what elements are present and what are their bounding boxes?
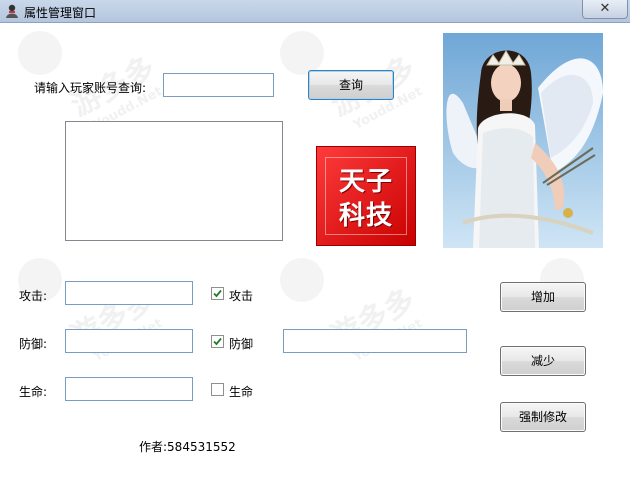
checkmark-icon bbox=[213, 337, 222, 346]
checkmark-icon bbox=[213, 289, 222, 298]
defense-input[interactable] bbox=[65, 329, 193, 353]
close-button[interactable]: ✕ bbox=[582, 0, 628, 19]
client-area: 游多多Youdd.Net 游多多Youdd.Net 游多多Youdd.Net 游… bbox=[0, 23, 630, 482]
title-bar: 属性管理窗口 ✕ bbox=[0, 0, 630, 23]
result-list[interactable] bbox=[65, 121, 283, 241]
watermark: 游多多Youdd.Net bbox=[325, 282, 425, 365]
search-label: 请输入玩家账号查询: bbox=[34, 81, 147, 95]
window-title: 属性管理窗口 bbox=[24, 6, 97, 20]
life-checkbox-label[interactable]: 生命 bbox=[229, 383, 253, 400]
search-button[interactable]: 查询 bbox=[308, 70, 394, 100]
life-label: 生命: bbox=[19, 385, 48, 399]
watermark-logo-icon bbox=[18, 31, 62, 75]
author-text: 作者:584531552 bbox=[139, 440, 236, 454]
app-icon bbox=[6, 4, 18, 18]
decrease-button[interactable]: 减少 bbox=[500, 346, 586, 376]
watermark-logo-icon bbox=[280, 31, 324, 75]
close-icon: ✕ bbox=[599, 1, 611, 16]
life-checkbox[interactable] bbox=[211, 383, 224, 396]
defense-checkbox[interactable] bbox=[211, 335, 224, 348]
force-modify-button[interactable]: 强制修改 bbox=[500, 402, 586, 432]
attack-input[interactable] bbox=[65, 281, 193, 305]
attack-label: 攻击: bbox=[19, 289, 48, 303]
attack-checkbox[interactable] bbox=[211, 287, 224, 300]
tianzi-logo: 天子 科技 bbox=[316, 146, 416, 246]
account-search-input[interactable] bbox=[163, 73, 274, 97]
extra-value-input[interactable] bbox=[283, 329, 467, 353]
attack-checkbox-label[interactable]: 攻击 bbox=[229, 287, 253, 304]
angel-photo bbox=[443, 33, 603, 248]
defense-checkbox-label[interactable]: 防御 bbox=[229, 335, 253, 352]
logo-text-bottom: 科技 bbox=[338, 201, 393, 231]
watermark-logo-icon bbox=[280, 258, 324, 302]
life-input[interactable] bbox=[65, 377, 193, 401]
logo-text-top: 天子 bbox=[338, 167, 393, 197]
defense-label: 防御: bbox=[19, 337, 48, 351]
increase-button[interactable]: 增加 bbox=[500, 282, 586, 312]
